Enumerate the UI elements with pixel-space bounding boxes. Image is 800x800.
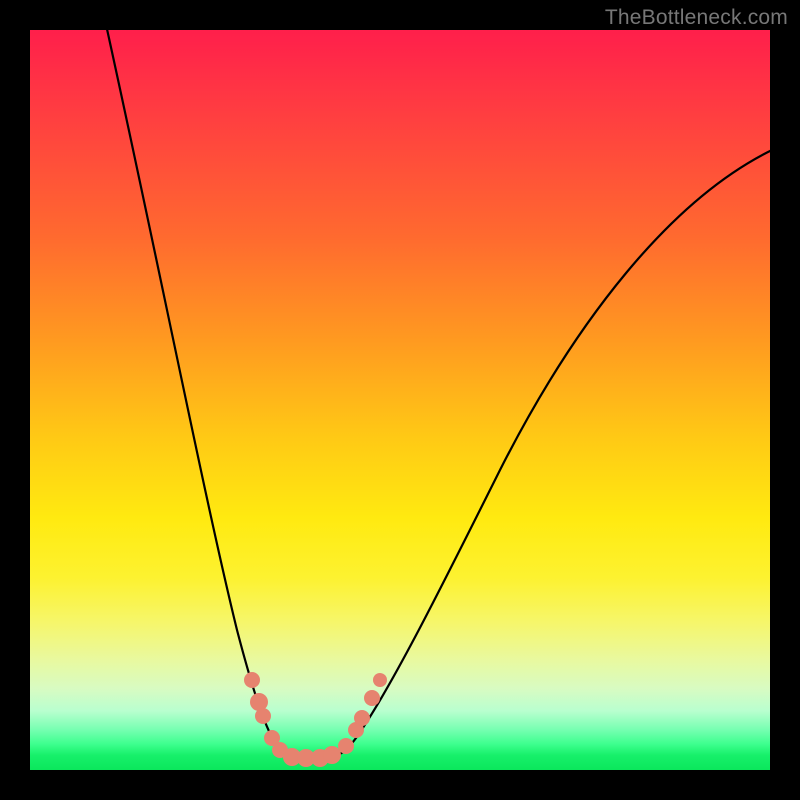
curve-layer — [30, 30, 770, 770]
marker-dot — [373, 673, 387, 687]
marker-dot — [255, 708, 271, 724]
marker-dot — [244, 672, 260, 688]
plot-area — [30, 30, 770, 770]
marker-dot — [338, 738, 354, 754]
chart-frame: TheBottleneck.com — [0, 0, 800, 800]
marker-dot — [323, 746, 341, 764]
left-curve — [105, 20, 292, 757]
marker-dot — [250, 693, 268, 711]
marker-dot — [364, 690, 380, 706]
watermark-text: TheBottleneck.com — [605, 6, 788, 30]
marker-dot — [354, 710, 370, 726]
right-curve — [328, 150, 772, 757]
